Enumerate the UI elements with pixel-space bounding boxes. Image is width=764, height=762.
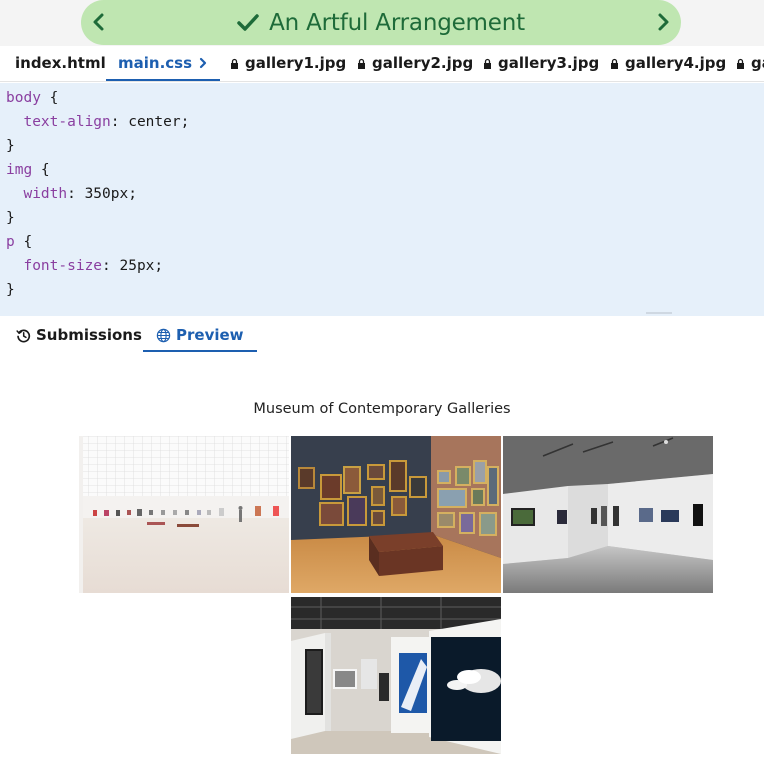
code-text: : 25px; <box>102 258 164 274</box>
file-tab-bar: index.html main.css gallery1.jpg gallery… <box>0 46 764 82</box>
code-line-8: font-size: 25px; <box>6 254 163 278</box>
check-icon <box>237 13 259 31</box>
css-property: text-align <box>6 114 111 130</box>
code-line-5: width: 350px; <box>6 182 137 206</box>
preview-heading: Museum of Contemporary Galleries <box>253 401 511 417</box>
css-selector: img <box>6 162 33 178</box>
code-line-7: p { <box>6 230 32 254</box>
tab-label: index.html <box>15 54 106 72</box>
tab-label: main.css <box>118 54 193 72</box>
lock-icon <box>358 58 365 69</box>
tab-label: Submissions <box>36 326 142 344</box>
tab-label: gallery1.jpg <box>245 54 347 72</box>
gallery-image-4 <box>291 597 501 754</box>
history-icon <box>16 329 31 342</box>
lock-icon <box>737 58 744 69</box>
tab-gallery2-jpg[interactable]: gallery2.jpg <box>357 46 473 80</box>
css-selector: body <box>6 90 41 106</box>
tab-label: gallery3.jpg <box>498 54 600 72</box>
lock-icon <box>611 58 618 69</box>
css-property: width <box>6 186 68 202</box>
gallery-image-2 <box>291 436 501 593</box>
code-line-1: body { <box>6 86 58 110</box>
tab-gallery1-jpg[interactable]: gallery1.jpg <box>230 46 346 80</box>
tab-submissions[interactable]: Submissions <box>16 318 142 352</box>
tab-label: ga <box>751 54 764 72</box>
gallery-image-1 <box>79 436 289 593</box>
tab-preview[interactable]: Preview <box>143 318 257 352</box>
code-line-2: text-align: center; <box>6 110 189 134</box>
code-line-4: img { <box>6 158 50 182</box>
output-tab-bar: Submissions Preview <box>0 318 764 354</box>
chevron-left-icon[interactable] <box>88 9 110 35</box>
code-text: { <box>40 90 59 106</box>
tab-main-css[interactable]: main.css <box>106 46 221 81</box>
chevron-right-icon[interactable] <box>652 9 674 35</box>
code-text: } <box>6 282 15 298</box>
tab-label: Preview <box>176 326 244 344</box>
title-pill: An Artful Arrangement <box>81 0 681 45</box>
tab-label: gallery2.jpg <box>372 54 474 72</box>
css-selector: p <box>6 234 15 250</box>
code-text: { <box>32 162 50 178</box>
lock-icon <box>231 58 238 69</box>
page-title: An Artful Arrangement <box>269 9 525 36</box>
lock-icon <box>484 58 491 69</box>
tab-gallery4-jpg[interactable]: gallery4.jpg <box>610 46 726 80</box>
code-line-9: } <box>6 278 15 302</box>
editor-resize-handle[interactable] <box>646 312 672 314</box>
tab-label: gallery4.jpg <box>625 54 727 72</box>
title-group: An Artful Arrangement <box>237 10 525 36</box>
css-property: font-size <box>6 258 103 274</box>
globe-icon <box>156 328 171 342</box>
code-line-3: } <box>6 134 15 158</box>
code-text: { <box>14 234 33 250</box>
code-editor[interactable]: body { text-align: center; } img { width… <box>0 83 764 316</box>
tab-gallery3-jpg[interactable]: gallery3.jpg <box>483 46 599 80</box>
header-bar: An Artful Arrangement <box>0 0 764 46</box>
gallery-image-3 <box>503 436 713 593</box>
code-text: } <box>6 210 15 226</box>
tab-gallery5-jpg[interactable]: ga <box>736 46 764 80</box>
code-text: } <box>6 138 15 154</box>
chevron-right-icon <box>199 57 207 69</box>
code-line-6: } <box>6 206 15 230</box>
code-text: : center; <box>110 114 190 130</box>
code-text: : 350px; <box>67 186 137 202</box>
tab-index-html[interactable]: index.html <box>15 46 106 80</box>
preview-pane: Museum of Contemporary Galleries <box>0 354 764 762</box>
